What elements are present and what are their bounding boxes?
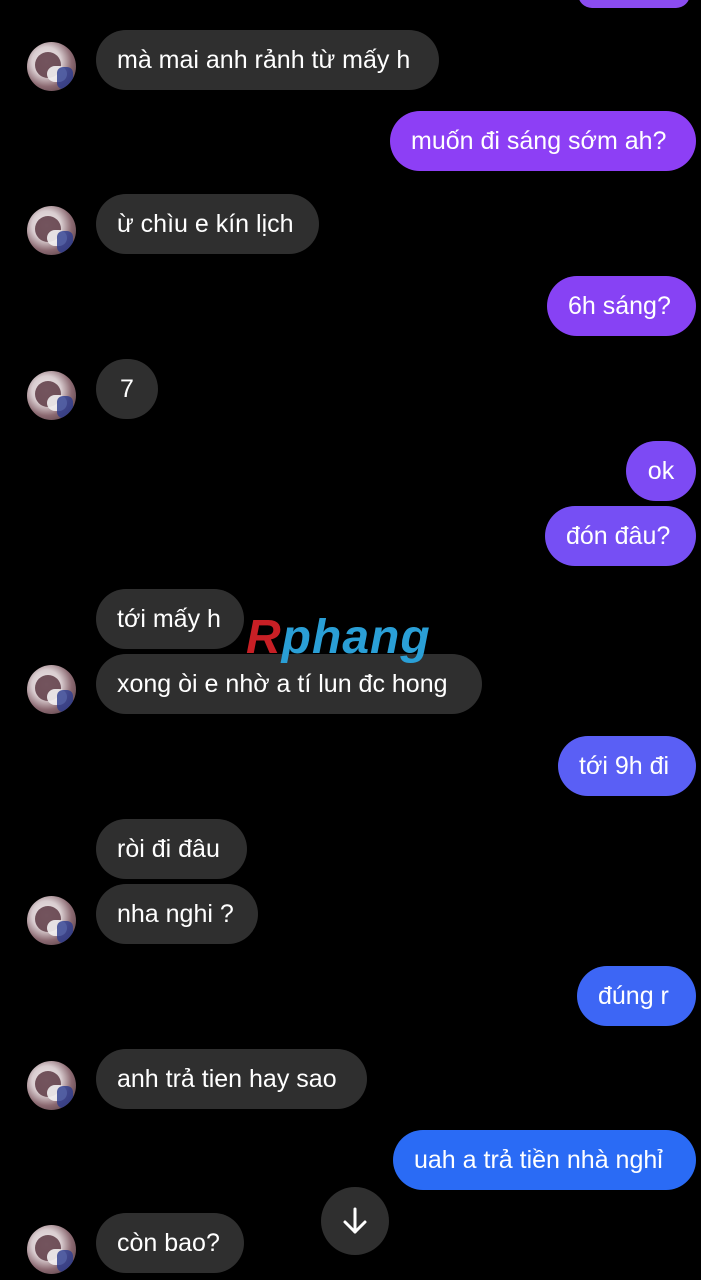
contact-avatar[interactable] <box>27 1225 76 1274</box>
message-text: muốn đi sáng sớm ah? <box>411 126 667 155</box>
outgoing-message-bubble[interactable]: 6h sáng? <box>547 276 696 336</box>
incoming-message-bubble[interactable]: ròi đi đâu <box>96 819 247 879</box>
contact-avatar[interactable] <box>27 371 76 420</box>
incoming-message-bubble[interactable]: mà mai anh rảnh từ mấy h <box>96 30 439 90</box>
message-text: 7 <box>120 374 134 403</box>
outgoing-message-bubble[interactable]: ok <box>626 441 696 501</box>
message-text: uah a trả tiền nhà nghỉ <box>414 1145 663 1174</box>
message-text: xong òi e nhờ a tí lun đc hong <box>117 669 448 698</box>
outgoing-message-bubble[interactable]: muốn đi sáng sớm ah? <box>390 111 696 171</box>
message-text: ròi đi đâu <box>117 834 220 863</box>
message-text: tới mấy h <box>117 604 221 633</box>
contact-avatar[interactable] <box>27 665 76 714</box>
contact-avatar[interactable] <box>27 42 76 91</box>
incoming-message-bubble[interactable]: tới mấy h <box>96 589 244 649</box>
contact-avatar[interactable] <box>27 1061 76 1110</box>
incoming-message-bubble[interactable]: anh trả tien hay sao <box>96 1049 367 1109</box>
message-text: 6h sáng? <box>568 291 671 320</box>
watermark-logo: Rphang <box>246 611 431 664</box>
message-text: tới 9h đi <box>579 751 670 780</box>
outgoing-message-bubble[interactable]: tới 9h đi <box>558 736 696 796</box>
incoming-message-bubble[interactable]: nha nghi ? <box>96 884 258 944</box>
outgoing-message-bubble[interactable]: đón đâu? <box>545 506 696 566</box>
message-text: nha nghi ? <box>117 899 234 928</box>
message-text: đón đâu? <box>566 521 671 550</box>
message-text: còn bao? <box>117 1228 220 1257</box>
outgoing-message-bubble-partial[interactable] <box>578 0 690 8</box>
incoming-message-bubble[interactable]: còn bao? <box>96 1213 244 1273</box>
contact-avatar[interactable] <box>27 206 76 255</box>
outgoing-message-bubble[interactable]: đúng r <box>577 966 696 1026</box>
scroll-to-bottom-button[interactable] <box>321 1187 389 1255</box>
arrow-down-icon <box>343 1207 367 1234</box>
message-text: anh trả tien hay sao <box>117 1064 337 1093</box>
contact-avatar[interactable] <box>27 896 76 945</box>
message-text: đúng r <box>598 981 669 1010</box>
message-text: mà mai anh rảnh từ mấy h <box>117 45 411 74</box>
chat-screen: mà mai anh rảnh từ mấy h muốn đi sáng sớ… <box>0 0 701 1280</box>
message-text: ok <box>647 456 675 485</box>
incoming-message-bubble[interactable]: ừ chìu e kín lịch <box>96 194 319 254</box>
incoming-message-bubble[interactable]: 7 <box>96 359 158 419</box>
outgoing-message-bubble[interactable]: uah a trả tiền nhà nghỉ <box>393 1130 696 1190</box>
message-text: ừ chìu e kín lịch <box>117 209 294 238</box>
